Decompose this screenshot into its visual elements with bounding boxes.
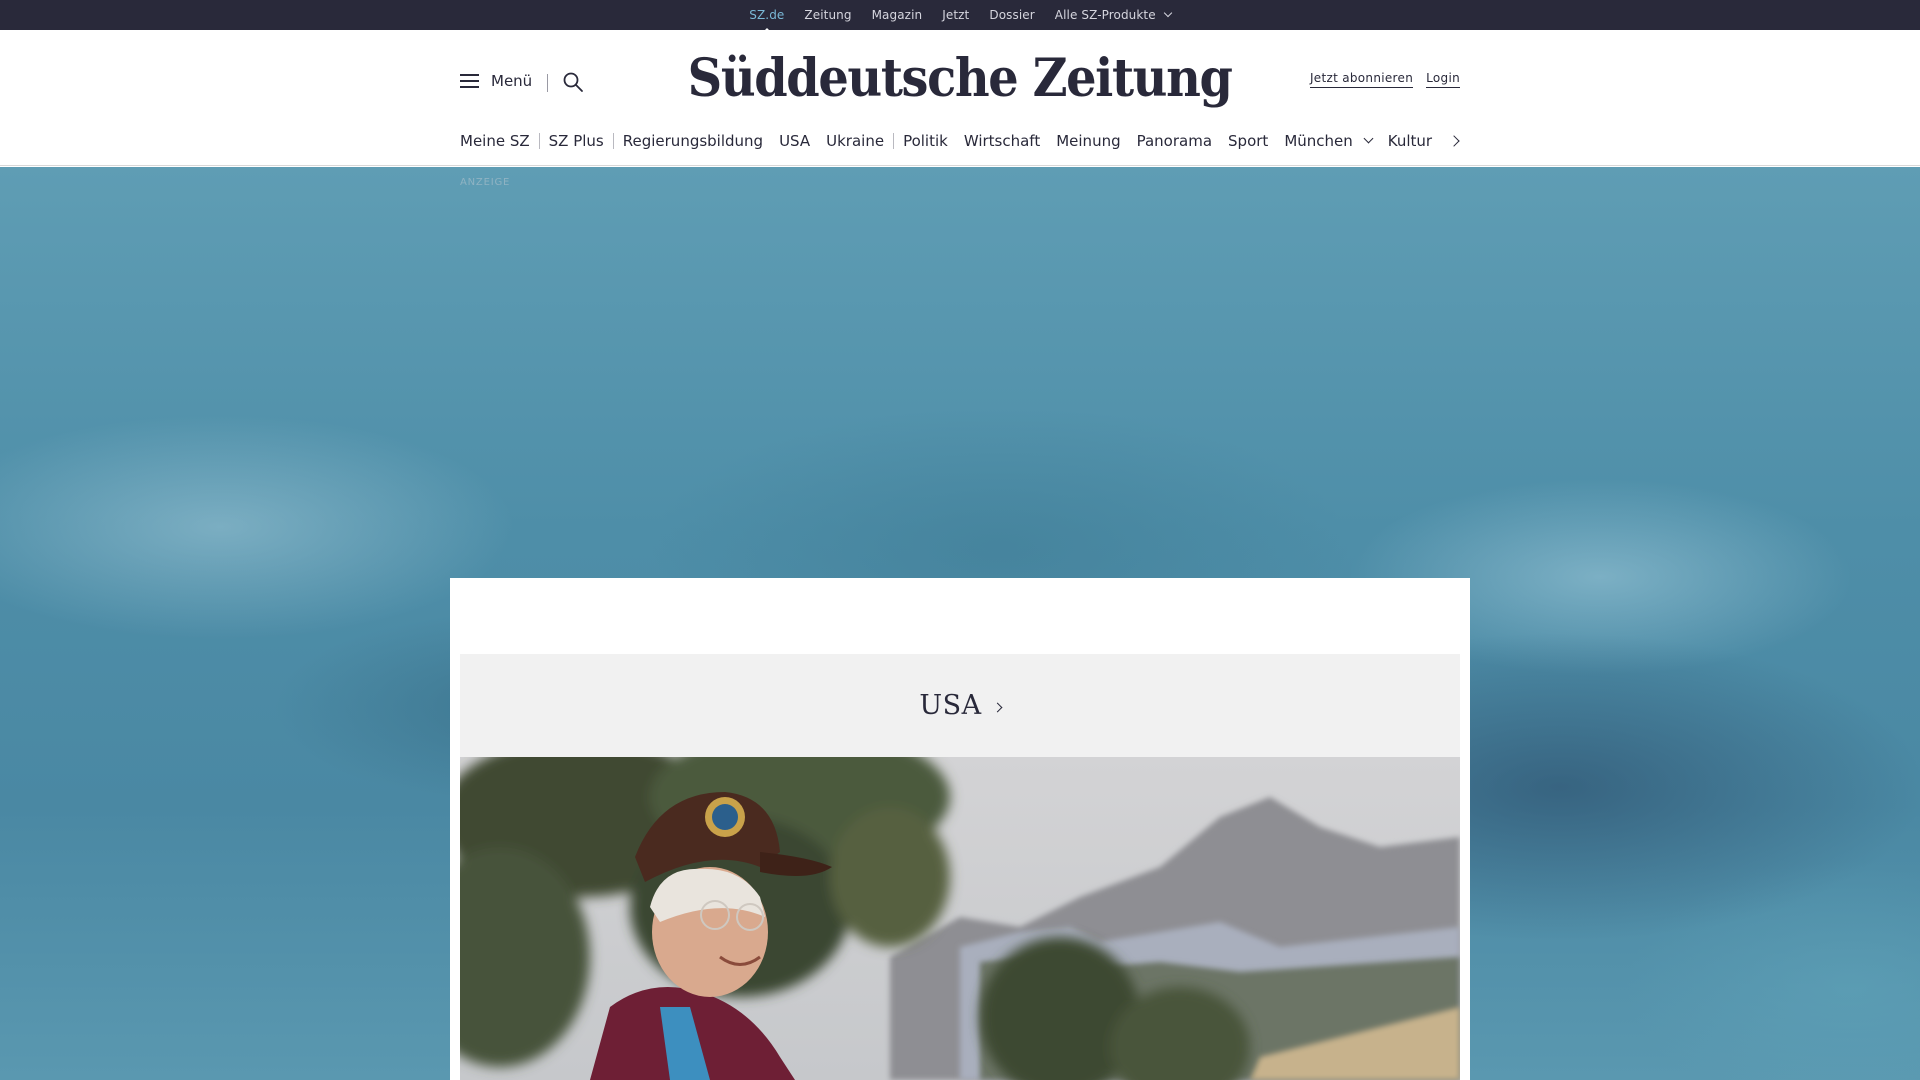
nav-item-regierungsbildung[interactable]: Regierungsbildung	[623, 132, 763, 150]
logo-text: Süddeutsche Zeitung	[688, 48, 1233, 109]
nav-item-muenchen-label: München	[1284, 132, 1353, 150]
nav-item-kultur[interactable]: Kultur	[1388, 132, 1432, 150]
login-link[interactable]: Login	[1426, 71, 1460, 88]
topbar-link-sz-de[interactable]: SZ.de	[749, 8, 784, 22]
content-card: USA	[450, 578, 1470, 1080]
topbar-link-jetzt[interactable]: Jetzt	[942, 8, 969, 22]
nav-divider	[538, 133, 540, 149]
section-title: USA	[919, 690, 982, 721]
nav-item-meine-sz[interactable]: Meine SZ	[460, 132, 530, 150]
top-bar: SZ.de Zeitung Magazin Jetzt Dossier Alle…	[0, 0, 1920, 30]
nav-divider	[893, 133, 895, 149]
section-header: USA	[460, 654, 1460, 757]
photo-illustration	[460, 757, 1460, 1080]
nav-divider	[612, 133, 614, 149]
chevron-right-icon	[992, 702, 1003, 713]
topbar-link-magazin[interactable]: Magazin	[872, 8, 923, 22]
chevron-down-icon	[1163, 8, 1172, 18]
chevron-down-icon	[1363, 133, 1374, 144]
nav-item-muenchen[interactable]: München	[1284, 132, 1374, 150]
nav-scroll-right-button[interactable]	[1447, 133, 1463, 149]
article-teaser-image[interactable]	[460, 757, 1460, 1080]
nav-item-sport[interactable]: Sport	[1228, 132, 1268, 150]
site-header: Menü Süddeutsche Zeitung Jetzt abonniere…	[0, 30, 1920, 166]
nav-item-wirtschaft[interactable]: Wirtschaft	[964, 132, 1040, 150]
nav-item-politik[interactable]: Politik	[903, 132, 948, 150]
nav-item-ukraine[interactable]: Ukraine	[826, 132, 884, 150]
topbar-link-zeitung[interactable]: Zeitung	[804, 8, 851, 22]
nav-item-meinung[interactable]: Meinung	[1056, 132, 1120, 150]
topbar-products-dropdown[interactable]: Alle SZ-Produkte	[1054, 8, 1172, 22]
nav-item-sz-plus[interactable]: SZ Plus	[549, 132, 604, 150]
ad-label: ANZEIGE	[460, 177, 511, 188]
topbar-link-dossier[interactable]: Dossier	[989, 8, 1034, 22]
nav-item-panorama[interactable]: Panorama	[1137, 132, 1212, 150]
site-logo[interactable]: Süddeutsche Zeitung	[0, 48, 1920, 109]
main-navigation: Meine SZ SZ Plus Regierungsbildung USA U…	[460, 129, 1460, 153]
account-links: Jetzt abonnieren Login	[1309, 71, 1460, 88]
section-title-link[interactable]: USA	[919, 690, 1003, 721]
products-dropdown-label: Alle SZ-Produkte	[1054, 8, 1156, 22]
subscribe-link[interactable]: Jetzt abonnieren	[1309, 71, 1414, 88]
nav-item-usa[interactable]: USA	[779, 132, 810, 150]
